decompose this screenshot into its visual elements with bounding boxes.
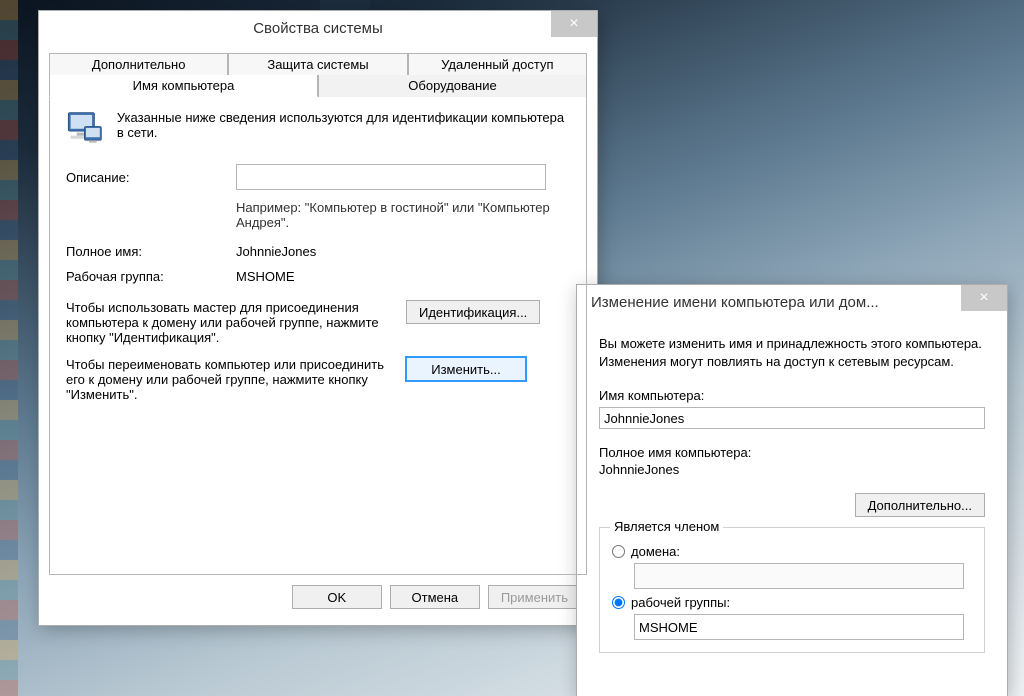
change-button[interactable]: Изменить...: [406, 357, 526, 381]
workgroup-radio-label: рабочей группы:: [631, 595, 730, 610]
sysprops-title: Свойства системы: [253, 20, 383, 37]
description-label: Описание:: [66, 170, 236, 185]
system-properties-window: Свойства системы × Дополнительно Защита …: [38, 10, 598, 626]
taskbar-left-strip: [0, 0, 18, 696]
workgroup-value: MSHOME: [236, 269, 295, 284]
close-icon[interactable]: ×: [961, 285, 1007, 311]
network-id-button[interactable]: Идентификация...: [406, 300, 540, 324]
tab-remote[interactable]: Удаленный доступ: [408, 53, 587, 75]
intro-text: Указанные ниже сведения используются для…: [117, 110, 570, 146]
tab-advanced[interactable]: Дополнительно: [49, 53, 228, 75]
fullname-label: Полное имя:: [66, 244, 236, 259]
change-client: Вы можете изменить имя и принадлежность …: [577, 319, 1007, 669]
domain-radio-label: домена:: [631, 544, 680, 559]
workgroup-input[interactable]: [634, 614, 964, 640]
change-title: Изменение имени компьютера или дом...: [591, 294, 879, 311]
domain-input[interactable]: [634, 563, 964, 589]
full-computer-name-value: JohnnieJones: [599, 462, 985, 477]
full-computer-name-label: Полное имя компьютера:: [599, 445, 985, 460]
fullname-value: JohnnieJones: [236, 244, 316, 259]
sysprops-bottom-buttons: OK Отмена Применить: [49, 575, 587, 615]
change-name-window: Изменение имени компьютера или дом... × …: [576, 284, 1008, 696]
change-text: Чтобы переименовать компьютер или присое…: [66, 357, 396, 402]
close-icon[interactable]: ×: [551, 11, 597, 37]
more-button[interactable]: Дополнительно...: [855, 493, 985, 517]
description-hint: Например: "Компьютер в гостиной" или "Ко…: [236, 200, 570, 230]
tab-hardware[interactable]: Оборудование: [318, 75, 587, 97]
domain-radio[interactable]: [612, 545, 625, 558]
desktop: Свойства системы × Дополнительно Защита …: [0, 0, 1024, 696]
tab-computer-name[interactable]: Имя компьютера: [49, 75, 318, 97]
member-of-legend: Является членом: [610, 519, 723, 534]
workgroup-label: Рабочая группа:: [66, 269, 236, 284]
ok-button[interactable]: OK: [292, 585, 382, 609]
change-intro: Вы можете изменить имя и принадлежность …: [599, 335, 985, 370]
computer-icon: [66, 110, 103, 146]
sysprops-client: Дополнительно Защита системы Удаленный д…: [39, 45, 597, 625]
member-of-group: Является членом домена: рабочей группы:: [599, 527, 985, 653]
cancel-button[interactable]: Отмена: [390, 585, 480, 609]
workgroup-radio[interactable]: [612, 596, 625, 609]
tab-panel-computer-name: Указанные ниже сведения используются для…: [49, 96, 587, 575]
apply-button[interactable]: Применить: [488, 585, 581, 609]
tab-host: Дополнительно Защита системы Удаленный д…: [49, 53, 587, 575]
description-input[interactable]: [236, 164, 546, 190]
network-id-text: Чтобы использовать мастер для присоедине…: [66, 300, 396, 345]
computer-name-label: Имя компьютера:: [599, 388, 985, 403]
computer-name-input[interactable]: [599, 407, 985, 429]
sysprops-titlebar: Свойства системы ×: [39, 11, 597, 45]
top-app-stub: [320, 0, 370, 10]
tab-system-protection[interactable]: Защита системы: [228, 53, 407, 75]
change-titlebar: Изменение имени компьютера или дом... ×: [577, 285, 1007, 319]
